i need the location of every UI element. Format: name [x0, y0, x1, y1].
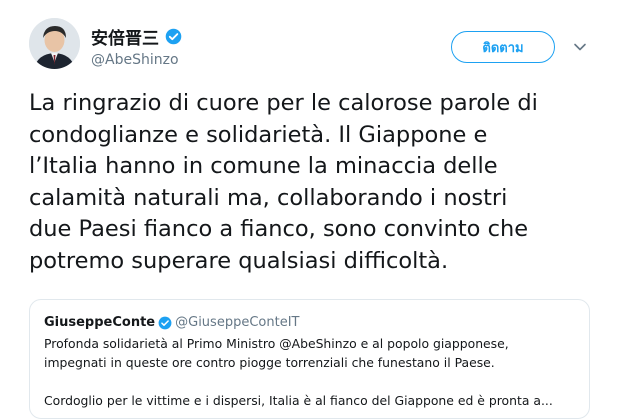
quoted-tweet-text: Profonda solidarietà al Primo Ministro @… — [44, 336, 553, 408]
quoted-tweet-header: GiuseppeConte @GiuseppeConteIT — [44, 315, 575, 330]
quoted-display-name: GiuseppeConte — [44, 315, 156, 330]
verified-badge-icon — [158, 316, 172, 329]
verified-badge-icon — [165, 28, 182, 45]
chevron-down-icon[interactable] — [572, 39, 588, 55]
follow-button[interactable]: ติดตาม — [451, 31, 555, 63]
tweet-text: La ringrazio di cuore per le calorose pa… — [29, 90, 538, 274]
display-name-text[interactable]: 安倍晋三 — [91, 24, 159, 49]
quoted-handle: @GiuseppeConteIT — [175, 315, 300, 330]
user-handle[interactable]: @AbeShinzo — [91, 52, 179, 68]
quoted-tweet[interactable]: GiuseppeConte @GiuseppeConteIT Profonda … — [29, 299, 590, 419]
display-name[interactable]: 安倍晋三 — [91, 24, 182, 49]
avatar[interactable] — [29, 18, 80, 69]
